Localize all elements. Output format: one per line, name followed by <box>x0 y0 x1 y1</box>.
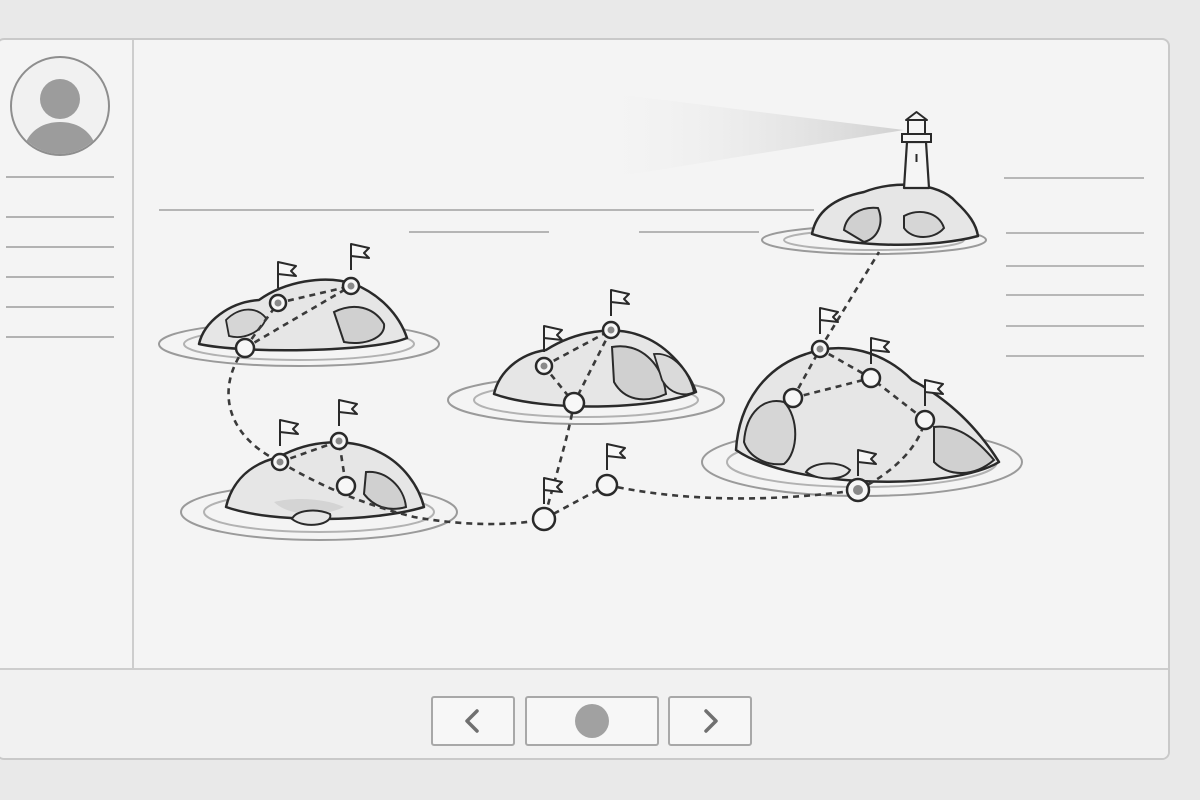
center-button[interactable] <box>525 696 659 746</box>
footer-nav <box>0 668 1168 758</box>
right-panel-lines <box>1004 177 1144 357</box>
lighthouse-beam <box>584 90 904 182</box>
sidebar-line <box>6 306 114 308</box>
sidebar-line <box>6 216 114 218</box>
chevron-left-icon <box>465 709 479 733</box>
lighthouse-island[interactable] <box>761 183 987 255</box>
horizon-lines <box>159 209 814 233</box>
next-button[interactable] <box>668 696 752 746</box>
island-1[interactable] <box>158 278 440 367</box>
island-map <box>158 90 1144 541</box>
record-dot-icon <box>575 704 609 738</box>
sidebar-line <box>6 176 114 178</box>
island-4[interactable] <box>701 346 1023 497</box>
sidebar-line <box>6 276 114 278</box>
app-window <box>0 38 1170 760</box>
prev-button[interactable] <box>431 696 515 746</box>
map-canvas[interactable] <box>134 40 1168 668</box>
sidebar-line <box>6 246 114 248</box>
sidebar-line <box>6 336 114 338</box>
sidebar <box>0 40 134 668</box>
lighthouse-icon[interactable] <box>901 111 932 190</box>
chevron-right-icon <box>704 709 718 733</box>
user-avatar-icon[interactable] <box>10 56 110 156</box>
island-2[interactable] <box>180 441 458 541</box>
